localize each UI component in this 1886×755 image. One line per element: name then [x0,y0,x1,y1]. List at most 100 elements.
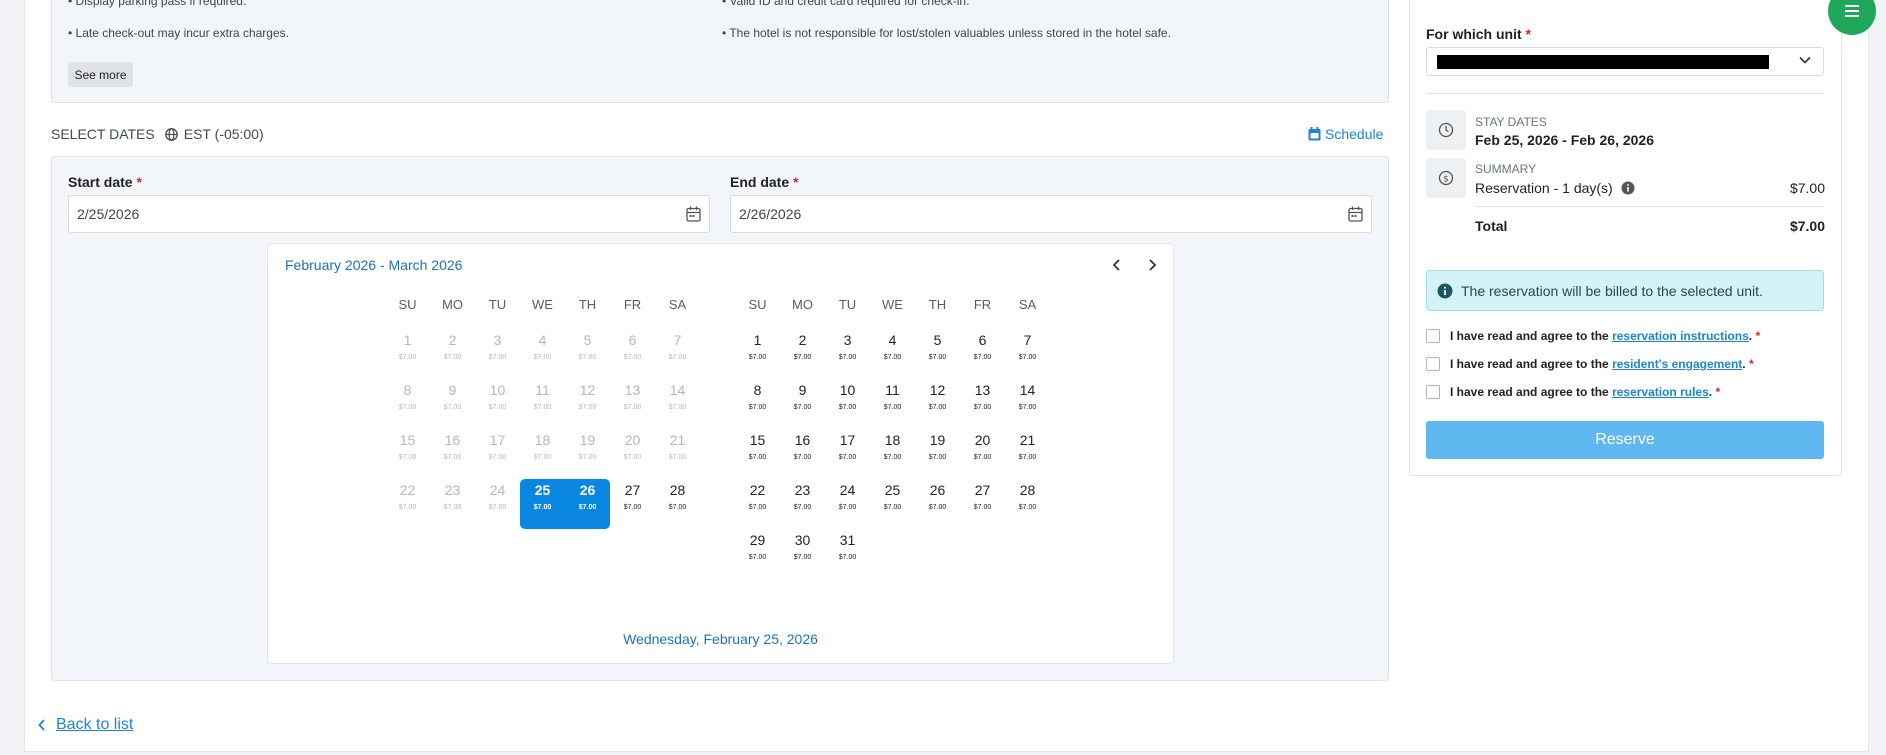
info-icon[interactable] [1621,181,1635,195]
calendar-day[interactable]: 12 $7.00 [915,379,960,429]
day-price: $7.00 [1018,404,1037,411]
calendar-day: 22 $7.00 [385,479,430,529]
weekday-header: TU [838,297,857,312]
day-number: 14 [1019,382,1036,398]
weekday-header: TU [488,297,507,312]
reserve-button[interactable]: Reserve [1426,421,1824,459]
calendar-icon[interactable] [1348,206,1363,222]
calendar-day-selected[interactable]: 25 $7.00 [520,479,565,529]
calendar-day-selected[interactable]: 26 $7.00 [565,479,610,529]
day-number: 18 [534,432,551,448]
calendar-day[interactable]: 16 $7.00 [780,429,825,479]
date-range-calendar: February 2026 - March 2026 Wednesday, Fe… [267,243,1174,664]
calendar-day[interactable]: 25 $7.00 [870,479,915,529]
calendar-day[interactable]: 11 $7.00 [870,379,915,429]
day-number: 24 [839,482,856,498]
see-more-button[interactable]: See more [68,62,133,87]
day-number: 26 [579,482,596,498]
unit-select[interactable] [1426,47,1824,76]
calendar-day[interactable]: 28 $7.00 [655,479,700,529]
calendar-day[interactable]: 20 $7.00 [960,429,1005,479]
calendar-day[interactable]: 15 $7.00 [735,429,780,479]
day-price: $7.00 [398,354,417,361]
select-dates-title: SELECT DATES [51,126,155,142]
rule-item: • Display parking pass if required. [68,0,247,8]
end-date-label: End date * [730,174,798,190]
calendar-day[interactable]: 24 $7.00 [825,479,870,529]
reservation-instructions-link[interactable]: reservation instructions [1612,329,1749,343]
weekday-header: TH [928,297,947,312]
calendar-day[interactable]: 3 $7.00 [825,329,870,379]
weekday-header: MO [792,297,813,312]
day-price: $7.00 [533,504,552,511]
prev-month-button[interactable] [1106,254,1128,276]
day-price: $7.00 [578,504,597,511]
calendar-day[interactable]: 6 $7.00 [960,329,1005,379]
required-mark: * [1525,26,1531,42]
agree-rules-checkbox[interactable] [1426,385,1440,399]
day-price: $7.00 [793,504,812,511]
day-number: 2 [798,332,807,348]
selected-date-footer: Wednesday, February 25, 2026 [623,631,818,647]
day-number: 4 [888,332,897,348]
day-price: $7.00 [443,504,462,511]
day-price: $7.00 [398,504,417,511]
day-price: $7.00 [838,454,857,461]
calendar-day[interactable]: 1 $7.00 [735,329,780,379]
calendar-day[interactable]: 31 $7.00 [825,529,870,579]
calendar-day[interactable]: 4 $7.00 [870,329,915,379]
day-number: 29 [749,532,766,548]
redacted-unit-value [1437,55,1769,69]
required-mark: * [1715,385,1721,399]
day-number: 6 [978,332,987,348]
reservation-rules-link[interactable]: reservation rules [1612,385,1709,399]
agree-rules: I have read and agree to the reservation… [1426,385,1720,399]
day-price: $7.00 [443,454,462,461]
agree-engagement-checkbox[interactable] [1426,357,1440,371]
day-number: 20 [974,432,991,448]
calendar-day[interactable]: 9 $7.00 [780,379,825,429]
calendar-day[interactable]: 27 $7.00 [960,479,1005,529]
calendar-day[interactable]: 5 $7.00 [915,329,960,379]
calendar-day[interactable]: 17 $7.00 [825,429,870,479]
calendar-day[interactable]: 8 $7.00 [735,379,780,429]
day-price: $7.00 [443,354,462,361]
calendar-day[interactable]: 27 $7.00 [610,479,655,529]
day-price: $7.00 [748,354,767,361]
calendar-day: 23 $7.00 [430,479,475,529]
end-date-input[interactable]: 2/26/2026 [730,195,1372,233]
calendar-day[interactable]: 30 $7.00 [780,529,825,579]
day-number: 13 [974,382,991,398]
day-price: $7.00 [838,354,857,361]
calendar-day[interactable]: 7 $7.00 [1005,329,1050,379]
calendar-day[interactable]: 14 $7.00 [1005,379,1050,429]
day-price: $7.00 [533,454,552,461]
day-price: $7.00 [748,504,767,511]
day-number: 7 [1023,332,1032,348]
day-number: 10 [489,382,506,398]
required-mark: * [136,174,142,190]
next-month-button[interactable] [1141,254,1163,276]
unit-label: For which unit * [1426,26,1531,42]
calendar-day[interactable]: 10 $7.00 [825,379,870,429]
calendar-day[interactable]: 19 $7.00 [915,429,960,479]
calendar-icon[interactable] [686,206,701,222]
calendar-day[interactable]: 29 $7.00 [735,529,780,579]
calendar-day[interactable]: 28 $7.00 [1005,479,1050,529]
calendar-day[interactable]: 18 $7.00 [870,429,915,479]
day-number: 25 [884,482,901,498]
calendar-day[interactable]: 26 $7.00 [915,479,960,529]
schedule-link[interactable]: Schedule [1308,126,1383,142]
back-to-list-link[interactable]: Back to list [38,716,133,734]
calendar-day[interactable]: 13 $7.00 [960,379,1005,429]
calendar-day[interactable]: 22 $7.00 [735,479,780,529]
start-date-input[interactable]: 2/25/2026 [68,195,710,233]
day-price: $7.00 [578,404,597,411]
calendar-day[interactable]: 21 $7.00 [1005,429,1050,479]
residents-engagement-link[interactable]: resident's engagement [1612,357,1742,371]
calendar-day[interactable]: 23 $7.00 [780,479,825,529]
day-number: 9 [448,382,457,398]
calendar-day: 19 $7.00 [565,429,610,479]
calendar-day[interactable]: 2 $7.00 [780,329,825,379]
agree-instructions-checkbox[interactable] [1426,329,1440,343]
